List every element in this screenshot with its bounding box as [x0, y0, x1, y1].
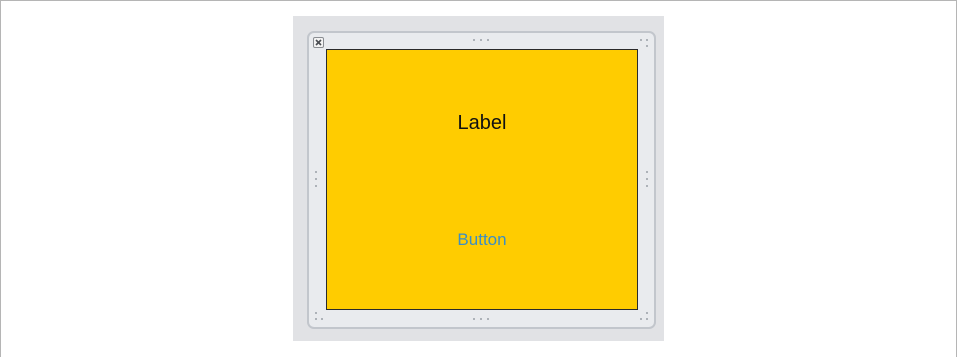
top-resize-handle[interactable] [470, 37, 492, 43]
left-resize-handle[interactable] [313, 168, 319, 190]
bottom-left-resize-handle[interactable] [313, 310, 325, 322]
button[interactable]: Button [326, 230, 638, 250]
right-resize-handle[interactable] [644, 168, 650, 190]
bottom-right-resize-handle[interactable] [638, 310, 650, 322]
close-button[interactable] [313, 37, 324, 48]
top-right-resize-handle[interactable] [638, 37, 650, 49]
label: Label [457, 112, 507, 134]
content-view[interactable] [326, 49, 638, 310]
bottom-resize-handle[interactable] [470, 316, 492, 322]
close-icon [315, 39, 322, 46]
